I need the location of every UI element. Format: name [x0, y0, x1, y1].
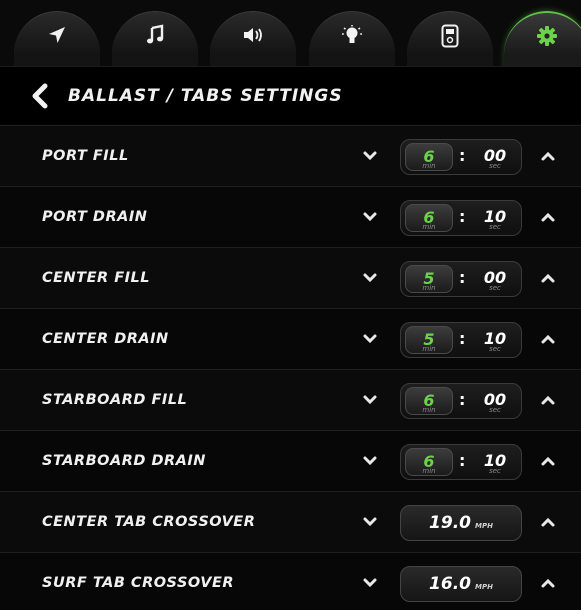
time-value-display[interactable]: 5 min : 00 sec	[400, 261, 522, 297]
decrease-chevron-down-icon[interactable]	[362, 272, 378, 284]
setting-label: STARBOARD DRAIN	[42, 453, 206, 469]
time-separator: :	[459, 207, 466, 226]
increase-chevron-up-icon[interactable]	[540, 211, 556, 223]
setting-row-surf-tab-crossover: SURF TAB CROSSOVER 16.0 MPH	[0, 552, 581, 610]
minutes-unit: min	[422, 467, 436, 475]
minutes-field[interactable]: 6 min	[405, 448, 453, 476]
setting-label: STARBOARD FILL	[42, 392, 188, 408]
remote-device-icon	[441, 24, 459, 48]
time-value-display[interactable]: 5 min : 10 sec	[400, 322, 522, 358]
decrease-chevron-down-icon[interactable]	[362, 333, 378, 345]
setting-label: SURF TAB CROSSOVER	[42, 575, 235, 591]
setting-label: CENTER FILL	[42, 270, 150, 286]
tab-audio[interactable]	[210, 11, 296, 71]
decrease-chevron-down-icon[interactable]	[362, 150, 378, 162]
page-header: BALLAST / TABS SETTINGS	[0, 66, 581, 124]
increase-chevron-up-icon[interactable]	[540, 150, 556, 162]
tab-lighting[interactable]	[309, 11, 395, 71]
minutes-field[interactable]: 6 min	[405, 204, 453, 232]
increase-chevron-up-icon[interactable]	[540, 333, 556, 345]
gear-icon	[537, 26, 557, 46]
page-title: BALLAST / TABS SETTINGS	[68, 85, 343, 106]
tab-navigation[interactable]	[14, 11, 100, 71]
setting-row-port-fill: PORT FILL 6 min : 00 sec	[0, 125, 581, 186]
speed-unit: MPH	[474, 522, 493, 530]
music-note-icon	[147, 24, 164, 44]
tab-settings[interactable]	[504, 11, 581, 71]
seconds-unit: sec	[489, 406, 501, 414]
settings-list: PORT FILL 6 min : 00 sec PORT DRAIN 6 mi…	[0, 125, 581, 610]
increase-chevron-up-icon[interactable]	[540, 272, 556, 284]
speed-value-display[interactable]: 16.0 MPH	[400, 566, 522, 602]
seconds-unit: sec	[489, 345, 501, 353]
speed-unit: MPH	[474, 583, 493, 591]
speaker-volume-icon	[244, 28, 262, 42]
setting-row-starboard-drain: STARBOARD DRAIN 6 min : 10 sec	[0, 430, 581, 491]
decrease-chevron-down-icon[interactable]	[362, 211, 378, 223]
chevron-left-icon	[32, 83, 48, 108]
time-value-display[interactable]: 6 min : 10 sec	[400, 444, 522, 480]
seconds-unit: sec	[489, 284, 501, 292]
speed-value-display[interactable]: 19.0 MPH	[400, 505, 522, 541]
tab-remote[interactable]	[407, 11, 493, 71]
seconds-unit: sec	[489, 223, 501, 231]
time-separator: :	[459, 268, 466, 287]
seconds-unit: sec	[489, 467, 501, 475]
top-tab-bar	[0, 0, 581, 71]
tab-music[interactable]	[112, 11, 198, 71]
light-bulb-icon	[342, 25, 362, 43]
increase-chevron-up-icon[interactable]	[540, 516, 556, 528]
speed-value: 19.0	[429, 513, 471, 533]
time-separator: :	[459, 390, 466, 409]
setting-label: CENTER TAB CROSSOVER	[42, 514, 256, 530]
time-value-display[interactable]: 6 min : 10 sec	[400, 200, 522, 236]
setting-label: CENTER DRAIN	[42, 331, 169, 347]
seconds-unit: sec	[489, 162, 501, 170]
decrease-chevron-down-icon[interactable]	[362, 577, 378, 589]
setting-row-center-tab-crossover: CENTER TAB CROSSOVER 19.0 MPH	[0, 491, 581, 552]
minutes-field[interactable]: 6 min	[405, 387, 453, 415]
time-separator: :	[459, 451, 466, 470]
back-button[interactable]	[30, 81, 52, 111]
navigation-arrow-icon	[49, 27, 65, 43]
time-separator: :	[459, 146, 466, 165]
increase-chevron-up-icon[interactable]	[540, 577, 556, 589]
minutes-unit: min	[422, 162, 436, 170]
minutes-field[interactable]: 6 min	[405, 143, 453, 171]
setting-label: PORT DRAIN	[42, 209, 148, 225]
setting-row-port-drain: PORT DRAIN 6 min : 10 sec	[0, 186, 581, 247]
setting-row-center-drain: CENTER DRAIN 5 min : 10 sec	[0, 308, 581, 369]
time-separator: :	[459, 329, 466, 348]
minutes-unit: min	[422, 223, 436, 231]
minutes-unit: min	[422, 284, 436, 292]
setting-label: PORT FILL	[42, 148, 129, 164]
decrease-chevron-down-icon[interactable]	[362, 394, 378, 406]
decrease-chevron-down-icon[interactable]	[362, 455, 378, 467]
speed-value: 16.0	[429, 574, 471, 594]
setting-row-starboard-fill: STARBOARD FILL 6 min : 00 sec	[0, 369, 581, 430]
minutes-unit: min	[422, 345, 436, 353]
time-value-display[interactable]: 6 min : 00 sec	[400, 139, 522, 175]
minutes-field[interactable]: 5 min	[405, 265, 453, 293]
decrease-chevron-down-icon[interactable]	[362, 516, 378, 528]
increase-chevron-up-icon[interactable]	[540, 394, 556, 406]
increase-chevron-up-icon[interactable]	[540, 455, 556, 467]
setting-row-center-fill: CENTER FILL 5 min : 00 sec	[0, 247, 581, 308]
minutes-unit: min	[422, 406, 436, 414]
time-value-display[interactable]: 6 min : 00 sec	[400, 383, 522, 419]
minutes-field[interactable]: 5 min	[405, 326, 453, 354]
